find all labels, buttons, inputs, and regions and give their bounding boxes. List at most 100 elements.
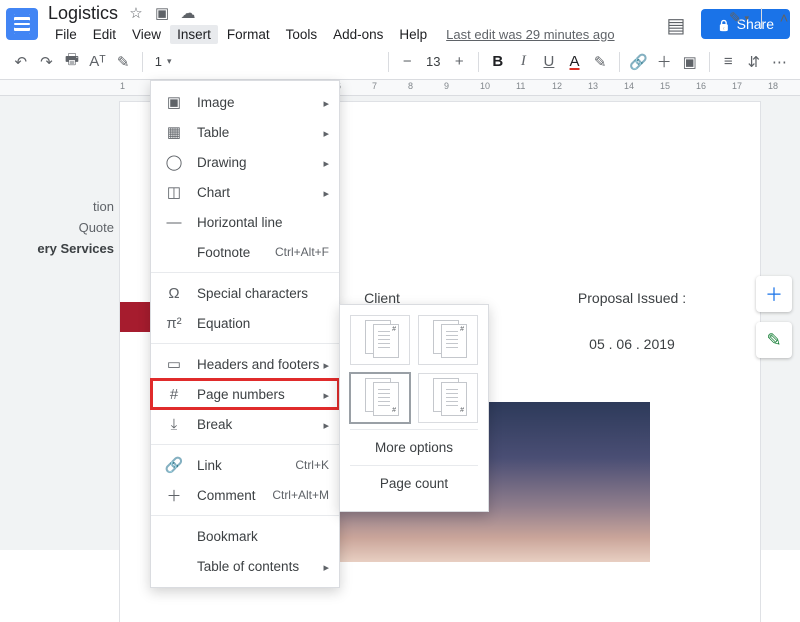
menu-add-ons[interactable]: Add-ons [326, 25, 390, 44]
insert-link-icon[interactable]: 🔗 [628, 50, 650, 74]
break-icon: ⤓ [163, 416, 185, 433]
document-outline[interactable]: tionQuoteery Services [0, 96, 120, 550]
menu-view[interactable]: View [125, 25, 168, 44]
undo-icon[interactable]: ↶ [10, 50, 32, 74]
insert-image[interactable]: ▣Image [151, 87, 339, 117]
insert-page-numbers[interactable]: # Page numbers [151, 379, 339, 409]
comment-icon: ＋ [163, 485, 185, 506]
outline-item[interactable]: tion [0, 196, 114, 217]
underline-icon[interactable]: U [538, 50, 560, 74]
font-size-dec[interactable]: − [396, 50, 418, 74]
insert-break[interactable]: ⤓Break [151, 409, 339, 439]
redo-icon[interactable]: ↷ [36, 50, 58, 74]
ruler[interactable]: 1123456789101112131415161718 [0, 80, 800, 96]
open-comments-icon[interactable]: ▤ [665, 13, 687, 35]
menu-item-label: Headers and footers [197, 357, 319, 372]
add-comment-fab[interactable]: ＋ [756, 276, 792, 312]
font-size-value[interactable]: 13 [422, 54, 444, 69]
menu-item-label: Horizontal line [197, 215, 329, 230]
outline-item[interactable]: ery Services [0, 238, 114, 259]
table-icon: ▦ [163, 123, 185, 141]
page-numbers-submenu[interactable]: # # # # More options Page count [339, 304, 489, 512]
insert-special-characters[interactable]: ΩSpecial characters [151, 278, 339, 308]
menu-item-label: Page numbers [197, 387, 319, 402]
highlight-icon[interactable]: ✎ [589, 50, 611, 74]
shortcut-label: Ctrl+K [295, 458, 329, 472]
text-color-icon[interactable]: A [564, 50, 586, 74]
line-spacing-icon[interactable]: ⇵ [743, 50, 765, 74]
docs-logo[interactable] [6, 8, 38, 40]
collapse-toolbar-icon[interactable]: ˄ [772, 6, 796, 30]
insert-comment-icon[interactable]: ＋ [653, 50, 675, 74]
menu-item-label: Bookmark [197, 529, 329, 544]
suggest-edit-fab[interactable]: ✎ [756, 322, 792, 358]
submenu-arrow-icon [319, 559, 329, 574]
insert-drawing[interactable]: ◯ Drawing [151, 147, 339, 177]
editing-mode-icon[interactable]: ✎ [727, 6, 751, 30]
insert-headers-and-footers[interactable]: ▭ Headers and footers [151, 349, 339, 379]
last-edit-link[interactable]: Last edit was 29 minutes ago [446, 27, 614, 42]
pagenum-option-header-right[interactable]: # [350, 315, 410, 365]
drawing-icon: ◯ [163, 153, 185, 171]
menu-tools[interactable]: Tools [279, 25, 325, 44]
outline-item[interactable]: Quote [0, 217, 114, 238]
menu-item-label: Chart [197, 185, 319, 200]
document-title[interactable]: Logistics [48, 3, 118, 24]
submenu-arrow-icon [319, 417, 329, 432]
proposal-date: 05 . 06 . 2019 [532, 336, 732, 352]
align-icon[interactable]: ≡ [717, 50, 739, 74]
menu-format[interactable]: Format [220, 25, 277, 44]
bold-icon[interactable]: B [487, 50, 509, 74]
pagenum-option-footer-right[interactable]: # [350, 373, 410, 423]
horizontal-line-icon: — [163, 214, 185, 231]
page-count-item[interactable]: Page count [350, 466, 478, 501]
page-numbers-icon: # [163, 386, 185, 403]
page-numbers-more-options[interactable]: More options [350, 430, 478, 465]
proposal-heading: Proposal Issued : [532, 290, 732, 306]
menu-file[interactable]: File [48, 25, 84, 44]
insert-footnote[interactable]: FootnoteCtrl+Alt+F [151, 237, 339, 267]
submenu-arrow-icon [319, 125, 329, 140]
zoom-select[interactable]: 1 [151, 54, 176, 69]
menu-insert[interactable]: Insert [170, 25, 218, 44]
menu-item-label: Table of contents [197, 559, 319, 574]
insert-menu-dropdown[interactable]: ▣Image ▦ Table ◯ Drawing ◫ Chart — Horizontal li… [150, 80, 340, 588]
insert-horizontal-line[interactable]: — Horizontal line [151, 207, 339, 237]
insert-table-of-contents[interactable]: Table of contents [151, 551, 339, 581]
submenu-arrow-icon [319, 95, 329, 110]
menu-item-label: Table [197, 125, 319, 140]
italic-icon[interactable]: I [513, 50, 535, 74]
submenu-arrow-icon [319, 387, 329, 402]
menu-edit[interactable]: Edit [86, 25, 123, 44]
submenu-arrow-icon [319, 357, 329, 372]
app-header: Logistics ☆ ▣ ☁ FileEditViewInsertFormat… [0, 0, 800, 44]
insert-equation[interactable]: π² Equation [151, 308, 339, 338]
print-icon[interactable]: 🖶 [61, 50, 83, 74]
chart-icon: ◫ [163, 183, 185, 201]
menu-item-label: Drawing [197, 155, 319, 170]
star-icon[interactable]: ☆ [128, 5, 144, 21]
menu-item-label: Footnote [197, 245, 275, 260]
toolbar: ↶ ↷ 🖶 Aᵀ ✎ 1 − 13 + B I U A ✎ 🔗 ＋ ▣ ≡ ⇵ … [0, 44, 800, 80]
insert-table[interactable]: ▦ Table [151, 117, 339, 147]
insert-bookmark[interactable]: Bookmark [151, 521, 339, 551]
move-icon[interactable]: ▣ [154, 5, 170, 21]
headers-and-footers-icon: ▭ [163, 355, 185, 373]
menu-item-label: Equation [197, 316, 329, 331]
insert-chart[interactable]: ◫ Chart [151, 177, 339, 207]
title-block: Logistics ☆ ▣ ☁ FileEditViewInsertFormat… [48, 3, 665, 45]
font-size-inc[interactable]: + [449, 50, 471, 74]
paint-format-icon[interactable]: ✎ [112, 50, 134, 74]
pagenum-option-header-right-skip-first[interactable]: # [418, 315, 478, 365]
shortcut-label: Ctrl+Alt+F [275, 245, 329, 259]
more-icon[interactable]: ⋯ [769, 50, 791, 74]
pagenum-option-footer-right-skip-first[interactable]: # [418, 373, 478, 423]
menu-item-label: Comment [197, 488, 272, 503]
insert-link[interactable]: 🔗LinkCtrl+K [151, 450, 339, 480]
spellcheck-icon[interactable]: Aᵀ [87, 50, 109, 74]
insert-comment[interactable]: ＋CommentCtrl+Alt+M [151, 480, 339, 510]
equation-icon: π² [163, 315, 185, 332]
menu-bar: FileEditViewInsertFormatToolsAdd-onsHelp… [48, 23, 665, 45]
menu-help[interactable]: Help [392, 25, 434, 44]
insert-image-icon[interactable]: ▣ [679, 50, 701, 74]
